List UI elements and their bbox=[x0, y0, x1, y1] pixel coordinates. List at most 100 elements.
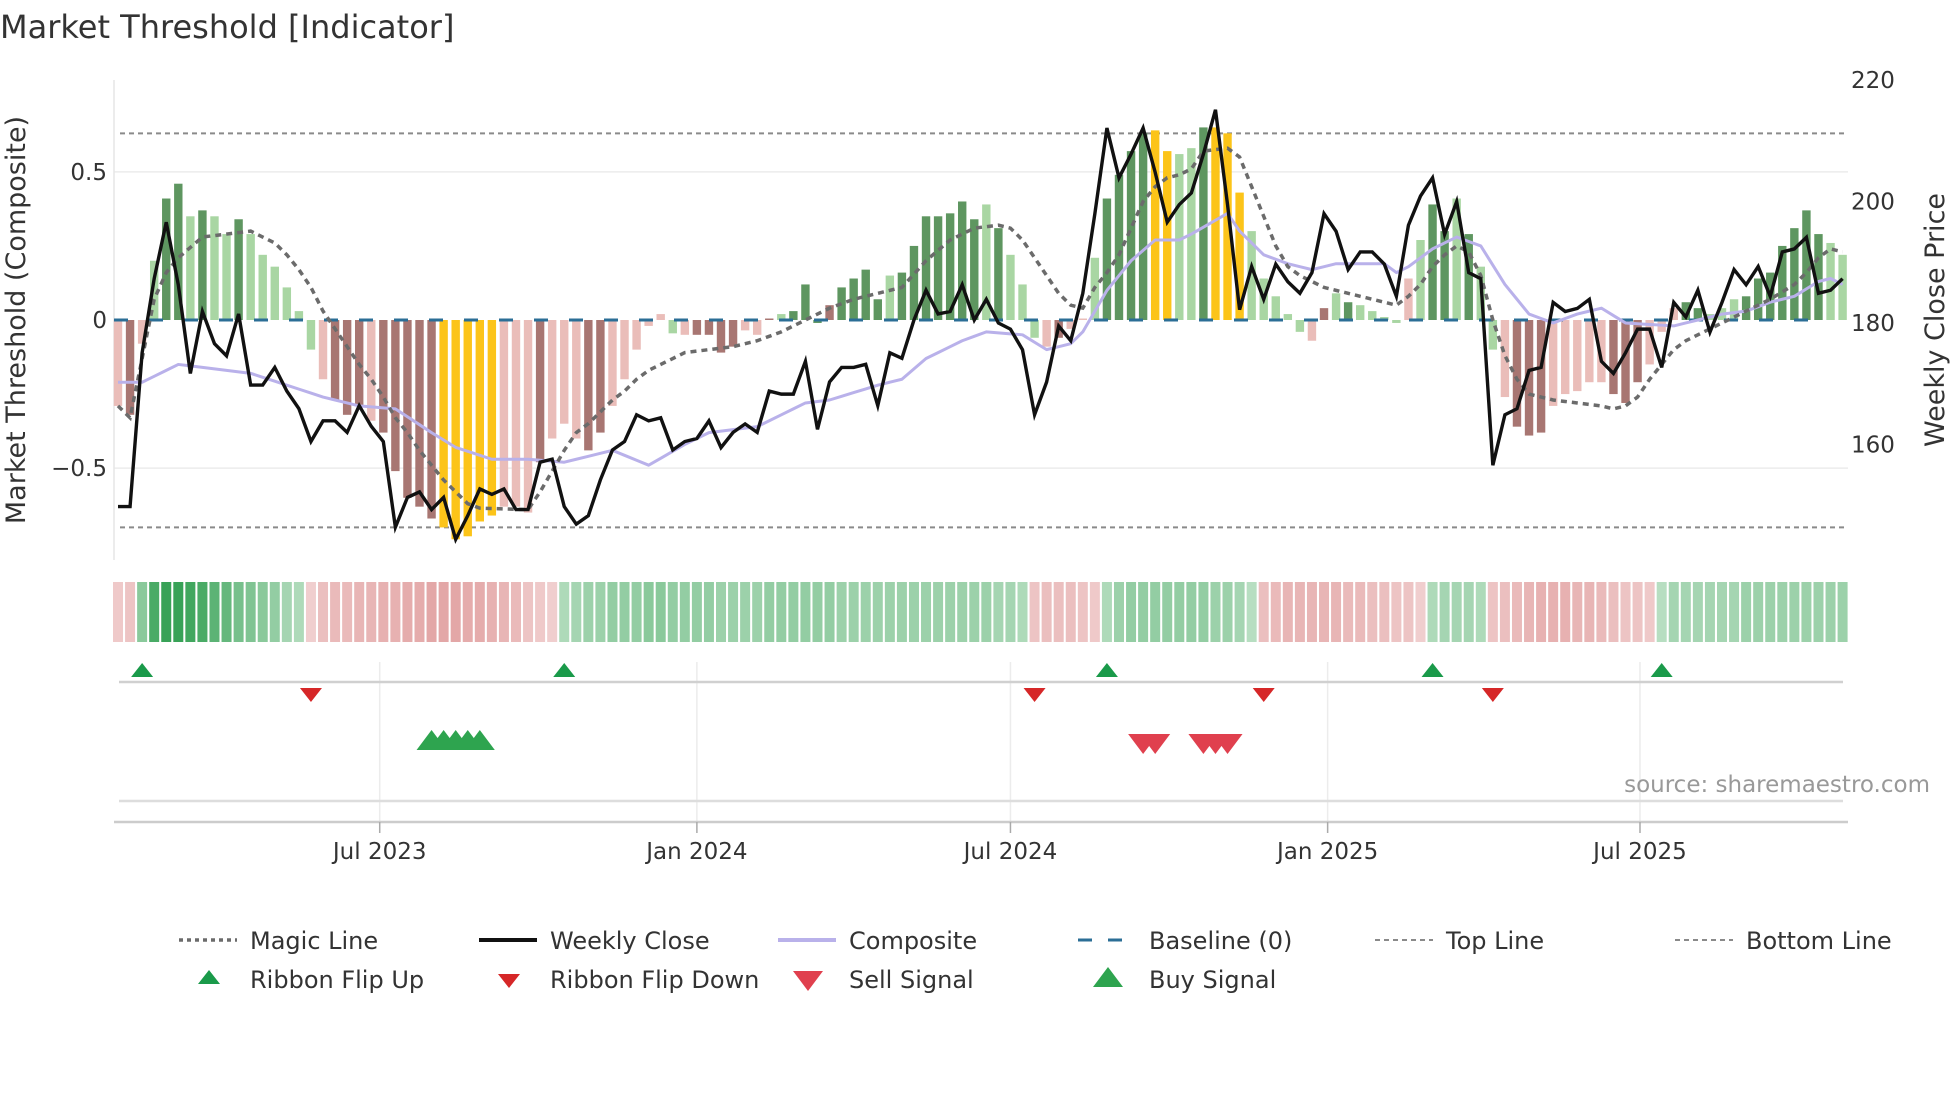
ribbon-cell bbox=[1379, 582, 1390, 642]
histogram-bar bbox=[415, 320, 424, 507]
ribbon-cell bbox=[535, 582, 546, 642]
histogram-bar bbox=[921, 216, 931, 320]
ribbon-cell bbox=[510, 582, 521, 642]
histogram-bar bbox=[234, 219, 243, 320]
ribbon-flip-up-marker bbox=[553, 663, 576, 677]
ribbon-cell bbox=[1487, 582, 1498, 642]
ribbon-cell bbox=[318, 582, 329, 642]
ribbon-cell bbox=[1680, 582, 1691, 642]
ribbon-cell bbox=[426, 582, 437, 642]
ribbon-cell bbox=[619, 582, 630, 642]
ribbon-cell bbox=[1765, 582, 1776, 642]
legend-label-magic: Magic Line bbox=[250, 927, 378, 955]
histogram-bar bbox=[1621, 320, 1630, 403]
histogram-bar bbox=[765, 318, 774, 320]
x-tick-label: Jul 2023 bbox=[331, 839, 427, 865]
ribbon-cell bbox=[728, 582, 739, 642]
legend-buy-icon bbox=[1093, 967, 1123, 987]
legend-label-buy: Buy Signal bbox=[1149, 966, 1276, 994]
histogram-bar bbox=[632, 320, 641, 350]
histogram-bar bbox=[547, 320, 557, 439]
x-tick-label: Jan 2025 bbox=[1275, 839, 1378, 865]
legend-label-flip-up: Ribbon Flip Up bbox=[250, 966, 424, 994]
ribbon-cell bbox=[1741, 582, 1752, 642]
composite-line bbox=[118, 211, 1844, 467]
histogram-bar bbox=[379, 320, 388, 433]
ribbon-cell bbox=[607, 582, 618, 642]
legend-label-baseline: Baseline (0) bbox=[1149, 927, 1292, 955]
ribbon-cell bbox=[1343, 582, 1354, 642]
ribbon-cell bbox=[1282, 582, 1293, 642]
ribbon-cell bbox=[848, 582, 859, 642]
histogram-bar bbox=[560, 320, 569, 424]
ribbon-cell bbox=[245, 582, 256, 642]
ribbon-cell bbox=[1801, 582, 1812, 642]
ribbon-cell bbox=[1777, 582, 1788, 642]
histogram-bar bbox=[885, 275, 895, 320]
ribbon-cell bbox=[1716, 582, 1727, 642]
histogram-bar bbox=[1355, 305, 1365, 320]
ribbon-cell bbox=[1005, 582, 1016, 642]
ribbon-cell bbox=[221, 582, 232, 642]
ribbon-cell bbox=[1041, 582, 1052, 642]
legend-flip-up-icon bbox=[198, 970, 220, 984]
histogram-bar bbox=[391, 320, 400, 472]
histogram-bar bbox=[258, 254, 267, 320]
ribbon-cell bbox=[559, 582, 570, 642]
ribbon-cell bbox=[884, 582, 895, 642]
ribbon-cell bbox=[945, 582, 956, 642]
ribbon-cell bbox=[1837, 582, 1848, 642]
ribbon-cell bbox=[161, 582, 172, 642]
ribbon-cell bbox=[113, 582, 123, 642]
histogram-bar bbox=[451, 320, 460, 540]
histogram-bar bbox=[1741, 296, 1751, 320]
ribbon-cell bbox=[1789, 582, 1800, 642]
ribbon-cell bbox=[933, 582, 944, 642]
histogram-bar bbox=[1753, 278, 1763, 320]
ribbon-cell bbox=[523, 582, 534, 642]
histogram-bar bbox=[246, 234, 255, 320]
histogram-bar bbox=[1790, 228, 1799, 320]
ribbon-cell bbox=[872, 582, 883, 642]
histogram-bar bbox=[1307, 320, 1317, 341]
histogram-bar bbox=[1042, 320, 1051, 347]
histogram-bar bbox=[1283, 314, 1293, 320]
ribbon-cell bbox=[209, 582, 220, 642]
ribbon-cell bbox=[438, 582, 449, 642]
ribbon-cell bbox=[800, 582, 811, 642]
histogram-bar bbox=[656, 314, 665, 320]
histogram-bar bbox=[427, 320, 436, 519]
ribbon-cell bbox=[1258, 582, 1269, 642]
ribbon-cell bbox=[1306, 582, 1317, 642]
ribbon-cell bbox=[1077, 582, 1088, 642]
histogram-bar bbox=[958, 201, 967, 320]
ribbon-cell bbox=[1584, 582, 1595, 642]
ribbon-cell bbox=[655, 582, 666, 642]
histogram-bar bbox=[680, 320, 690, 335]
right-tick-label: 160 bbox=[1851, 433, 1895, 459]
ribbon-cell bbox=[740, 582, 751, 642]
histogram-bar bbox=[1271, 296, 1280, 320]
ribbon-cell bbox=[257, 582, 268, 642]
histogram-bar bbox=[1319, 308, 1329, 320]
ribbon-cell bbox=[149, 582, 160, 642]
ribbon-flip-up-marker bbox=[131, 663, 154, 677]
ribbon-cell bbox=[1162, 582, 1173, 642]
ribbon-cell bbox=[1234, 582, 1245, 642]
histogram-bar bbox=[1163, 151, 1172, 320]
ribbon-cell bbox=[1632, 582, 1643, 642]
ribbon-cell bbox=[1319, 582, 1330, 642]
histogram-bar bbox=[970, 219, 979, 320]
ribbon-cell bbox=[1427, 582, 1438, 642]
histogram-bar bbox=[584, 320, 593, 451]
histogram-bar bbox=[210, 216, 219, 320]
ribbon-cell bbox=[1620, 582, 1631, 642]
ribbon-cell bbox=[547, 582, 558, 642]
right-tick-label: 180 bbox=[1851, 311, 1895, 337]
right-axis-label: Weekly Close Price bbox=[1920, 193, 1951, 447]
histogram-bar bbox=[692, 320, 702, 335]
histogram-bar bbox=[1838, 254, 1847, 320]
ribbon-cell bbox=[836, 582, 847, 642]
histogram-bar bbox=[1392, 320, 1401, 323]
histogram-bar bbox=[1211, 127, 1220, 320]
